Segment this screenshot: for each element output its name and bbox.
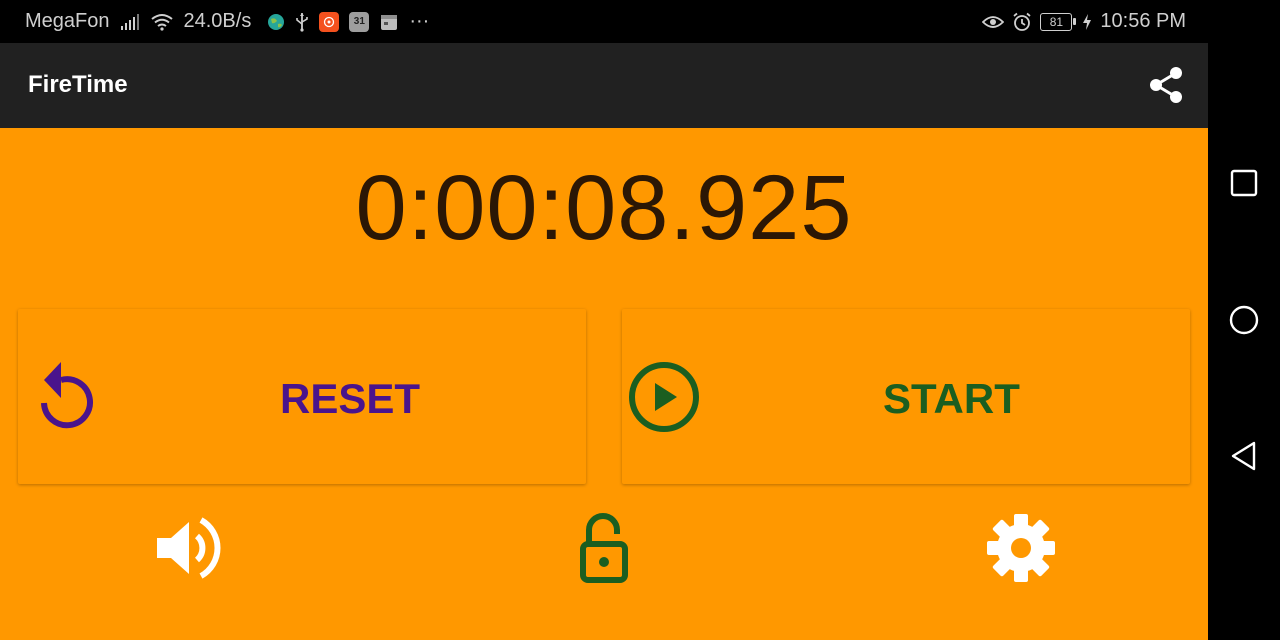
recents-icon [1230, 169, 1258, 197]
reset-label: RESET [280, 375, 421, 422]
play-circle-icon [626, 359, 702, 435]
home-icon [1229, 305, 1259, 335]
start-label: START [883, 375, 1020, 422]
app-bar: FireTime [0, 43, 1208, 128]
phone-screen: MegaFon 24.0B/s 31 ··· 81 10:56 PM FireT… [0, 0, 1280, 640]
start-button[interactable]: START [622, 309, 1190, 484]
charging-icon [1082, 13, 1092, 31]
usb-icon [295, 12, 309, 32]
status-left: MegaFon 24.0B/s 31 ··· [25, 10, 429, 33]
system-nav-bar [1208, 0, 1280, 640]
back-icon [1231, 441, 1256, 471]
recents-button[interactable] [1228, 167, 1260, 199]
reset-icon [30, 355, 94, 431]
reset-button[interactable]: RESET [18, 309, 586, 484]
calendar-app-icon [379, 12, 399, 32]
home-button[interactable] [1228, 304, 1260, 336]
gear-icon [987, 514, 1055, 582]
carrier-name: MegaFon [25, 10, 110, 32]
clock: 10:56 PM [1100, 10, 1186, 32]
network-speed: 24.0B/s [183, 10, 252, 32]
battery-icon: 81 [1040, 12, 1077, 31]
calendar-icon: 31 [349, 11, 370, 32]
share-button[interactable] [1146, 65, 1186, 105]
alarm-icon [1012, 12, 1032, 32]
app-title: FireTime [28, 71, 128, 98]
app-notification-icon [319, 11, 340, 32]
back-button[interactable] [1228, 440, 1260, 472]
more-notifications: ··· [409, 10, 430, 32]
volume-icon [157, 517, 221, 579]
status-right: 81 10:56 PM [982, 10, 1186, 33]
wifi-icon [150, 13, 174, 31]
share-icon [1150, 67, 1182, 103]
settings-button[interactable] [981, 508, 1061, 588]
elapsed-time-display: 0:00:08.925 [355, 157, 853, 259]
battery-level: 81 [1049, 14, 1064, 29]
calendar-day: 31 [353, 16, 365, 27]
status-bar: MegaFon 24.0B/s 31 ··· 81 10:56 PM [0, 0, 1208, 43]
lock-toggle-button[interactable] [563, 508, 643, 588]
eye-comfort-icon [982, 14, 1005, 30]
sound-toggle-button[interactable] [147, 508, 227, 588]
unlock-icon [580, 513, 628, 583]
timer-panel: 0:00:08.925 RESET START [0, 128, 1208, 640]
signal-icon [120, 13, 140, 31]
globe-icon [267, 13, 285, 31]
